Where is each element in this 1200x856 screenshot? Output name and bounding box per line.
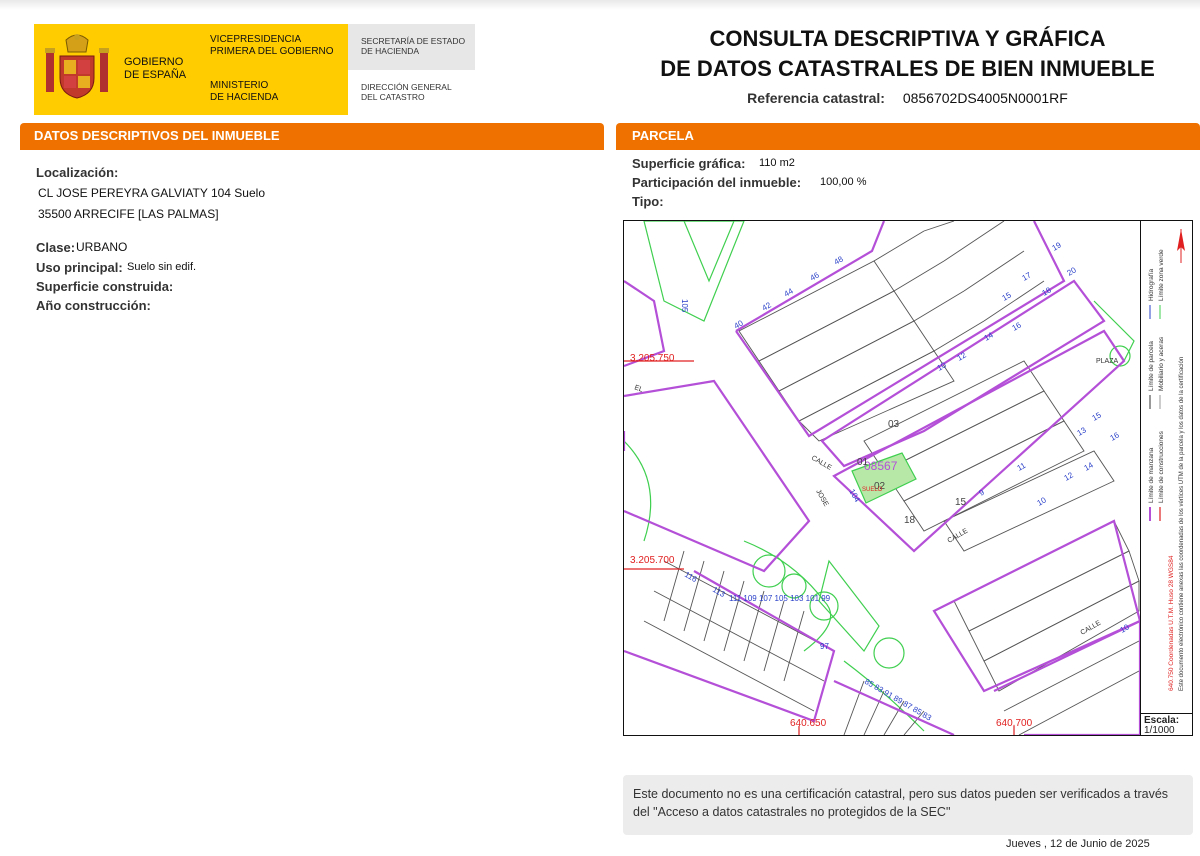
svg-text:10: 10 — [1036, 495, 1049, 508]
ministerio-text: MINISTERIO DE HACIENDA — [210, 80, 279, 103]
svg-text:17: 17 — [1021, 270, 1034, 283]
referencia-catastral: Referencia catastral: 0856702DS4005N0001… — [640, 90, 1175, 106]
right-divider — [616, 148, 1200, 150]
street-label-jose: JOSE — [814, 489, 829, 509]
plot-number-18: 18 — [904, 515, 916, 526]
uso-value: Suelo sin edif. — [127, 261, 197, 273]
svg-text:16: 16 — [1011, 320, 1024, 333]
disclaimer-notice: Este documento no es una certificación c… — [623, 775, 1193, 835]
map-drawing: 40 42 44 46 48 19 20 15 17 18 16 14 12 1… — [624, 221, 1140, 735]
legend-limite-construcciones: Límite de construcciones — [1158, 430, 1165, 503]
svg-text:10: 10 — [1119, 622, 1132, 635]
vicepresidencia-text: VICEPRESIDENCIA PRIMERA DEL GOBIERNO — [210, 34, 334, 57]
left-divider — [20, 148, 604, 150]
legend-mobiliario: Mobiliario y aceras — [1158, 336, 1165, 391]
clase-value: URBANO — [76, 240, 128, 254]
gobierno-de-espana-text: GOBIERNO DE ESPAÑA — [124, 56, 187, 81]
svg-text:13: 13 — [1076, 425, 1089, 438]
plot-number-15: 15 — [955, 497, 967, 508]
secretaria-text: SECRETARÍA DE ESTADO DE HACIENDA — [361, 36, 466, 56]
coat-of-arms-icon — [45, 34, 109, 99]
svg-text:19: 19 — [1051, 240, 1064, 253]
svg-text:15: 15 — [1091, 410, 1104, 423]
legend-limite-manzana: Límite de manzana — [1148, 447, 1155, 503]
svg-text:12: 12 — [956, 350, 969, 363]
map-scale: Escala: 1/1000 — [1140, 713, 1192, 736]
coordinate-ticks — [624, 360, 1015, 735]
participacion-value: 100,00 % — [820, 176, 867, 188]
legend-zona-verde: Límite zona verde — [1158, 249, 1165, 301]
street-label-plaza: PLAZA — [1096, 358, 1119, 365]
document-title: CONSULTA DESCRIPTIVA Y GRÁFICA DE DATOS … — [660, 26, 1155, 81]
svg-text:12: 12 — [1063, 470, 1076, 483]
gobierno-logo-block: GOBIERNO DE ESPAÑA VICEPRESIDENCIA PRIMERA… — [34, 24, 348, 115]
cadastral-map[interactable]: 40 42 44 46 48 19 20 15 17 18 16 14 12 1… — [623, 220, 1193, 736]
localizacion-line2: 35500 ARRECIFE [LAS PALMAS] — [38, 207, 219, 221]
legend-drawing: Límite de manzana Límite de parcela Hidr… — [1148, 229, 1185, 691]
svg-text:97: 97 — [820, 642, 829, 651]
svg-text:15: 15 — [1001, 290, 1014, 303]
ref-label: Referencia catastral: — [747, 90, 885, 106]
svg-text:105: 105 — [680, 299, 689, 313]
tipo-label: Tipo: — [632, 194, 664, 209]
superficie-grafica-label: Superficie gráfica: — [632, 156, 746, 171]
localizacion-label: Localización: — [36, 165, 119, 180]
uso-label: Uso principal: — [36, 260, 123, 275]
participacion-label: Participación del inmueble: — [632, 175, 802, 190]
clase-label: Clase: — [36, 240, 76, 255]
datos-descriptivos-header: DATOS DESCRIPTIVOS DEL INMUEBLE — [20, 123, 604, 149]
street-label-calle-1: CALLE — [810, 455, 833, 472]
svg-text:16: 16 — [1109, 430, 1122, 443]
superficie-construida-label: Superficie construida: — [36, 279, 174, 294]
top-shadow — [0, 0, 1200, 10]
coord-label-west: 640.650 — [790, 718, 827, 729]
svg-text:9: 9 — [978, 487, 987, 497]
map-legend: Límite de manzana Límite de parcela Hidr… — [1140, 221, 1192, 713]
scale-value: 1/1000 — [1144, 725, 1175, 736]
localizacion-line1: CL JOSE PEREYRA GALVIATY 104 Suelo — [38, 186, 265, 200]
svg-text:113: 113 — [711, 585, 727, 599]
ref-value: 0856702DS4005N0001RF — [902, 90, 1068, 106]
plot-number-03: 03 — [888, 419, 900, 430]
legend-limite-parcela: Límite de parcela — [1148, 341, 1155, 391]
superficie-grafica-value: 110 m2 — [759, 157, 795, 169]
legend-hidrografia: Hidrografía — [1148, 268, 1155, 301]
legend-note: Este documento electrónico contiene anex… — [1179, 357, 1185, 691]
svg-text:20: 20 — [1066, 265, 1079, 278]
svg-text:14: 14 — [1083, 460, 1096, 473]
coord-label-north: 3.205.750 — [630, 353, 675, 364]
coord-label-south: 3.205.700 — [630, 555, 675, 566]
parcela-header: PARCELA — [616, 123, 1200, 149]
anio-construccion-label: Año construcción: — [36, 298, 151, 313]
plot-ref: 08567 — [864, 459, 898, 473]
svg-text:111 109 107 105 103 101 99: 111 109 107 105 103 101 99 — [729, 594, 831, 603]
secretaria-block: SECRETARÍA DE ESTADO DE HACIENDA — [348, 24, 475, 70]
plot-number-01: 01 — [857, 457, 869, 468]
coord-label-east: 640.700 — [996, 718, 1033, 729]
suelo-label: SUELO — [862, 487, 883, 493]
svg-text:11: 11 — [1016, 461, 1028, 473]
legend-coords-note: 640.750 Coordenadas U.T.M. Huso 28 WGS84 — [1168, 555, 1175, 691]
footer-date: Jueves , 12 de Junio de 2025 — [1006, 838, 1150, 850]
direccion-general-text: DIRECCIÓN GENERAL DEL CATASTRO — [361, 82, 452, 102]
svg-text:48: 48 — [833, 254, 846, 267]
